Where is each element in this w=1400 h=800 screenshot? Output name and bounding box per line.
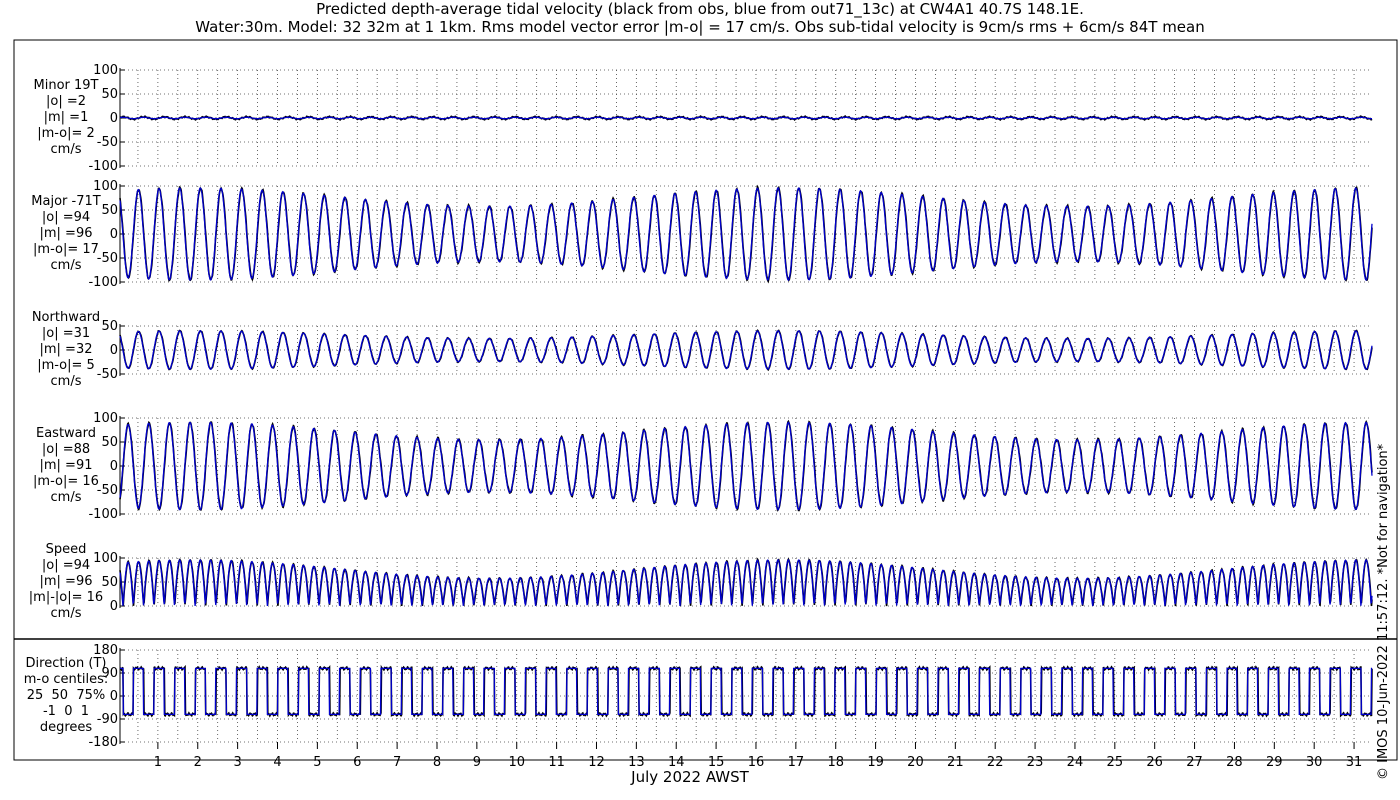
x-tick-label: 23: [1027, 755, 1044, 770]
x-tick-label: 31: [1346, 755, 1363, 770]
x-tick-label: 2: [194, 755, 202, 770]
y-tick-label: 100: [93, 63, 118, 78]
panel-label-line: cm/s: [50, 606, 82, 621]
panel-label-minor: Minor 19T |o| =2 |m| =1 |m-o|= 2 cm/s: [0, 78, 132, 158]
panel-label-line: cm/s: [50, 374, 82, 389]
y-tick-label: -100: [88, 275, 118, 290]
x-tick-label: 1: [154, 755, 162, 770]
y-tick-label: -180: [88, 735, 118, 750]
x-tick-label: 18: [827, 755, 844, 770]
x-tick-label: 3: [233, 755, 241, 770]
x-tick-label: 6: [353, 755, 361, 770]
x-tick-label: 22: [987, 755, 1004, 770]
x-tick-label: 26: [1146, 755, 1163, 770]
panel-label-line: |m| =32: [39, 342, 93, 357]
x-tick-label: 7: [393, 755, 401, 770]
panel-label-line: |o| =88: [41, 442, 91, 457]
series-model-dir: [120, 667, 1373, 716]
panel-label-line: Major -71T: [31, 194, 101, 209]
x-tick-label: 28: [1226, 755, 1243, 770]
panel-label-line: cm/s: [50, 142, 82, 157]
x-tick-label: 19: [867, 755, 884, 770]
panel-label-line: Minor 19T: [33, 78, 99, 93]
x-tick-label: 21: [947, 755, 964, 770]
panel-label-dir: Direction (T) m-o centiles: 25 50 75% -1 0 …: [0, 656, 132, 736]
panel-label-line: Speed: [45, 542, 87, 557]
panel-label-line: |m-o|= 2: [37, 126, 95, 141]
panel-label-line: cm/s: [50, 258, 82, 273]
imos-timestamp: © IMOS 10-Jun-2022 11:57:12. *Not for na…: [1376, 443, 1391, 780]
panel-label-major: Major -71T |o| =94 |m| =96 |m-o|= 17 cm/s: [0, 194, 132, 274]
y-tick-label: -100: [88, 507, 118, 522]
panel-label-line: |m| =96: [39, 574, 93, 589]
panel-label-line: -1 0 1: [42, 704, 90, 719]
panel-label-line: |o| =2: [45, 94, 86, 109]
panel-label-speed: Speed |o| =94 |m| =96 |m|-|o|= 16 cm/s: [0, 542, 132, 622]
panel-label-line: m-o centiles:: [23, 672, 109, 687]
panel-label-line: |o| =94: [41, 558, 91, 573]
panel-label-line: |m-o|= 5: [37, 358, 95, 373]
x-tick-label: 4: [273, 755, 281, 770]
panel-label-line: Direction (T): [25, 656, 107, 671]
panel-label-line: degrees: [39, 720, 93, 735]
panel-label-line: Northward: [31, 310, 101, 325]
x-tick-label: 8: [433, 755, 441, 770]
panel-label-line: |m| =96: [39, 226, 93, 241]
tidal-velocity-chart: 100500-50-100100500-50-100500-50100500-5…: [13, 39, 1398, 770]
panel-label-line: |m|-|o|= 16: [28, 590, 104, 605]
panel-label-north: Northward |o| =31 |m| =32 |m-o|= 5 cm/s: [0, 310, 132, 390]
x-tick-label: 24: [1067, 755, 1084, 770]
x-tick-label: 29: [1266, 755, 1283, 770]
x-tick-label: 30: [1306, 755, 1323, 770]
panel-label-east: Eastward |o| =88 |m| =91 |m-o|= 16 cm/s: [0, 426, 132, 506]
x-axis-label: July 2022 AWST: [631, 768, 749, 786]
x-tick-label: 27: [1186, 755, 1203, 770]
panel-label-line: |m| =1: [43, 110, 89, 125]
x-tick-label: 20: [907, 755, 924, 770]
panel-label-line: 25 50 75%: [26, 688, 106, 703]
panel-label-line: |o| =31: [41, 326, 91, 341]
panel-label-line: |m-o|= 16: [33, 474, 99, 489]
x-tick-label: 9: [473, 755, 481, 770]
x-tick-label: 25: [1107, 755, 1124, 770]
panel-label-line: |o| =94: [41, 210, 91, 225]
x-tick-label: 5: [313, 755, 321, 770]
panel-label-line: Eastward: [35, 426, 97, 441]
y-tick-label: 100: [93, 179, 118, 194]
panel-label-line: |m-o|= 17: [33, 242, 99, 257]
y-tick-label: 100: [93, 411, 118, 426]
y-tick-label: -100: [88, 159, 118, 174]
x-tick-label: 10: [508, 755, 525, 770]
panel-label-line: cm/s: [50, 490, 82, 505]
panel-label-line: |m| =91: [39, 458, 93, 473]
figure-frame: [13, 39, 1398, 761]
